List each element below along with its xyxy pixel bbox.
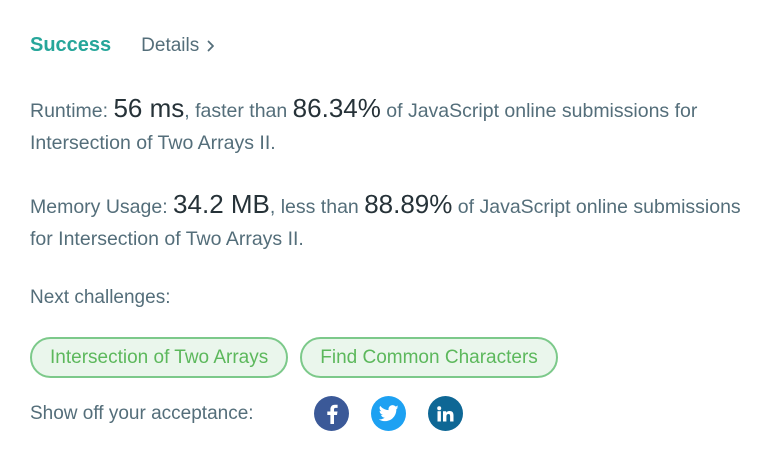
twitter-icon[interactable]: [371, 396, 406, 431]
runtime-stat: Runtime: 56 ms, faster than 86.34% of Ja…: [30, 92, 750, 159]
runtime-middle-text: , faster than: [184, 100, 288, 122]
memory-label: Memory Usage:: [30, 196, 168, 218]
memory-stat: Memory Usage: 34.2 MB, less than 88.89% …: [30, 188, 750, 255]
share-row: Show off your acceptance:: [30, 396, 485, 431]
submission-result-panel: Success Details Runtime: 56 ms, faster t…: [0, 0, 767, 451]
runtime-label: Runtime:: [30, 100, 109, 122]
challenge-chip-intersection-of-two-arrays[interactable]: Intersection of Two Arrays: [30, 337, 289, 378]
runtime-value: 56 ms: [113, 93, 185, 123]
memory-value: 34.2 MB: [173, 189, 270, 219]
details-link-label: Details: [141, 34, 200, 56]
memory-middle-text: , less than: [269, 196, 359, 218]
details-link[interactable]: Details: [141, 35, 215, 57]
share-label: Show off your acceptance:: [30, 402, 254, 424]
facebook-icon[interactable]: [314, 396, 349, 431]
result-header: Success Details: [30, 34, 215, 57]
memory-percentile: 88.89%: [364, 189, 453, 219]
runtime-percentile: 86.34%: [292, 93, 381, 123]
chevron-right-icon: [207, 40, 215, 52]
linkedin-icon[interactable]: [428, 396, 463, 431]
next-challenges-list: Intersection of Two Arrays Find Common C…: [30, 337, 558, 378]
challenge-chip-find-common-characters[interactable]: Find Common Characters: [300, 337, 558, 378]
status-label: Success: [30, 34, 112, 56]
next-challenges-label: Next challenges:: [30, 287, 171, 308]
